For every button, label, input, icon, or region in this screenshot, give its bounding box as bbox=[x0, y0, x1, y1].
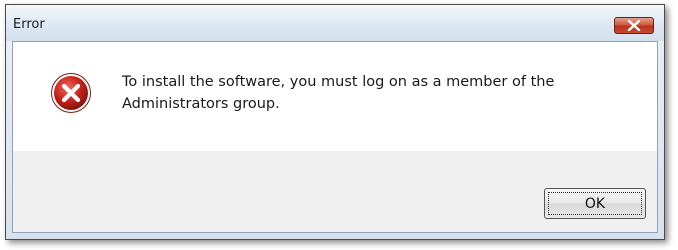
error-message: To install the software, you must log on… bbox=[122, 74, 555, 112]
close-button[interactable] bbox=[614, 17, 654, 34]
message-area: To install the software, you must log on… bbox=[13, 42, 657, 151]
dialog-title: Error bbox=[13, 17, 45, 32]
title-bar[interactable]: Error bbox=[6, 5, 664, 41]
close-icon bbox=[627, 20, 641, 31]
error-icon bbox=[50, 72, 92, 114]
ok-button[interactable]: OK bbox=[544, 188, 646, 219]
ok-button-label: OK bbox=[584, 195, 606, 212]
error-dialog: Error To install the software, you must … bbox=[5, 4, 665, 240]
dialog-body: To install the software, you must log on… bbox=[12, 41, 658, 233]
